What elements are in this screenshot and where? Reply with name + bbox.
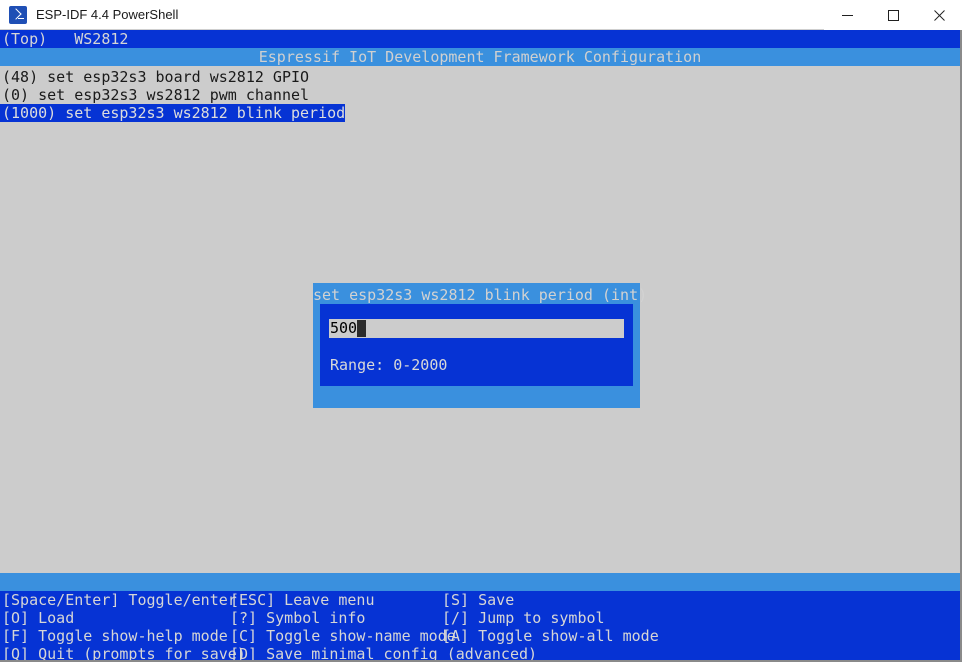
minimize-button[interactable] — [824, 0, 870, 30]
menu-item-blink-period[interactable]: (1000) set esp32s3 ws2812 blink period — [0, 104, 346, 122]
menu-item-blink-period-row: (1000) set esp32s3 ws2812 blink period — [0, 104, 346, 122]
help-key-show-help-mode[interactable]: [F] Toggle show-help mode — [2, 627, 230, 645]
range-hint-label: Range: 0-2000 — [330, 356, 448, 374]
close-button[interactable] — [916, 0, 962, 30]
title-bar: ESP-IDF 4.4 PowerShell — [0, 0, 962, 30]
dialog-body: 500 Range: 0-2000 — [320, 304, 633, 386]
help-key-symbol-info[interactable]: [?] Symbol info — [230, 609, 442, 627]
help-key-show-name-mode[interactable]: [C] Toggle show-name mode — [230, 627, 456, 645]
minimize-icon — [841, 14, 853, 16]
help-row: [F] Toggle show-help mode [C] Toggle show… — [2, 627, 960, 645]
menu-path-status-bar: (Top) WS2812 — [0, 30, 960, 48]
close-icon — [933, 9, 945, 21]
help-key-save-minimal-config[interactable]: [D] Save minimal config (advanced) — [230, 645, 537, 660]
text-cursor — [357, 320, 367, 337]
help-key-quit[interactable]: [Q] Quit (prompts for save) — [2, 645, 246, 660]
terminal-client-area: (Top) WS2812 Espressif IoT Development F… — [0, 30, 962, 662]
dialog-title: set esp32s3 ws2812 blink period (int) — [313, 286, 648, 304]
powershell-underscore-icon — [18, 17, 24, 20]
menu-item-ws2812-gpio[interactable]: (48) set esp32s3 board ws2812 GPIO — [0, 68, 309, 86]
input-value-text: 500 — [330, 319, 358, 337]
help-row: [O] Load [?] Symbol info [/] Jump to symbo… — [2, 609, 960, 627]
maximize-icon — [887, 9, 899, 21]
help-key-bar: [Space/Enter] Toggle/enter[ESC] Leave me… — [0, 591, 960, 660]
help-row: [Q] Quit (prompts for save)[D] Save mini… — [2, 645, 960, 660]
application-window: ESP-IDF 4.4 PowerShell (Top) WS2812 Espr… — [0, 0, 962, 662]
help-separator-bar — [0, 573, 960, 591]
help-key-toggle-enter[interactable]: [Space/Enter] Toggle/enter — [2, 591, 237, 609]
help-key-jump-to-symbol[interactable]: [/] Jump to symbol — [442, 609, 605, 627]
help-key-show-all-mode[interactable]: [A] Toggle show-all mode — [442, 627, 659, 645]
input-dialog: set esp32s3 ws2812 blink period (int) 50… — [313, 283, 648, 408]
help-key-leave-menu[interactable]: [ESC] Leave menu — [230, 591, 442, 609]
powershell-icon — [9, 5, 27, 24]
help-key-save[interactable]: [S] Save — [442, 591, 514, 609]
maximize-button[interactable] — [870, 0, 916, 30]
menu-item-pwm-channel[interactable]: (0) set esp32s3 ws2812 pwm channel — [0, 86, 309, 104]
help-key-load[interactable]: [O] Load — [2, 609, 230, 627]
help-row: [Space/Enter] Toggle/enter[ESC] Leave me… — [2, 591, 960, 609]
blink-period-input[interactable]: 500 — [329, 319, 624, 338]
kconfig-app-title: Espressif IoT Development Framework Conf… — [0, 48, 960, 66]
window-title: ESP-IDF 4.4 PowerShell — [36, 7, 179, 22]
window-controls — [824, 0, 962, 30]
